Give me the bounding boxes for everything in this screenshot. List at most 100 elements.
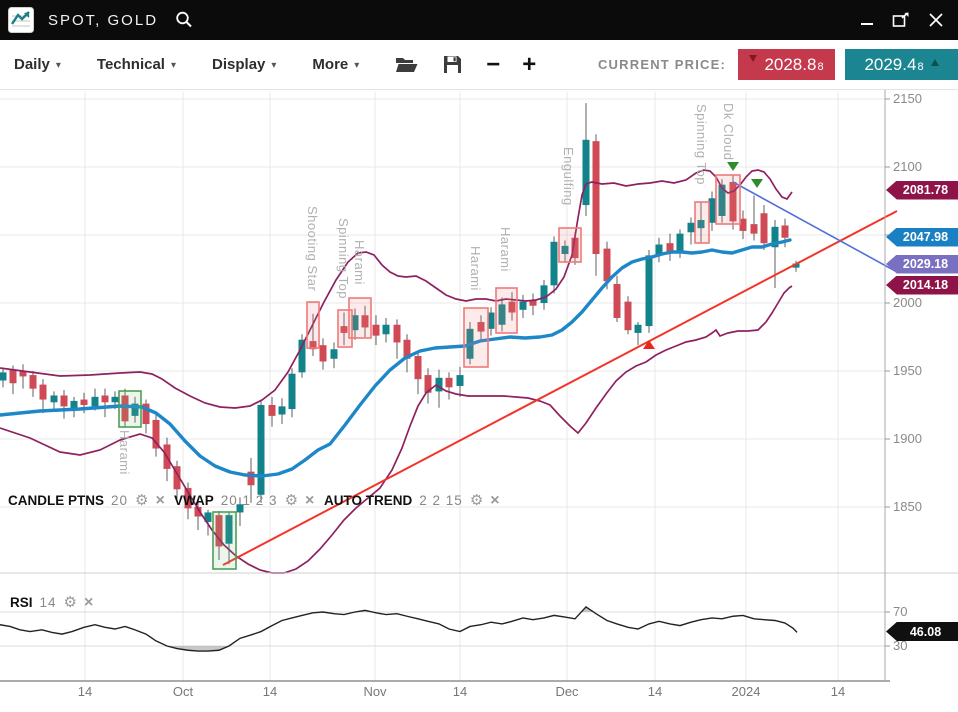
gear-icon[interactable]: ⚙ xyxy=(64,596,77,610)
price-chart[interactable]: 14Oct14Nov14Dec1420241421502100200019501… xyxy=(0,0,958,712)
window-title: SPOT, GOLD xyxy=(48,12,158,29)
popout-button[interactable] xyxy=(892,12,910,28)
candle-body xyxy=(102,395,109,402)
indicator-name: VWAP xyxy=(174,493,214,508)
save-icon[interactable] xyxy=(443,55,462,74)
candle-body xyxy=(635,325,642,333)
bearish-pattern-box xyxy=(559,228,581,262)
candle-body xyxy=(541,285,548,303)
window-controls xyxy=(860,12,944,28)
bearish-pattern-box xyxy=(349,298,371,338)
zoom-out-button[interactable]: − xyxy=(486,55,500,75)
candle-body xyxy=(383,325,390,335)
bid-price-badge: 2028.8 8 xyxy=(738,49,835,80)
candle-body xyxy=(520,302,527,310)
candle-body xyxy=(457,375,464,386)
menu-technical[interactable]: Technical ▾ xyxy=(97,56,176,73)
candle-body xyxy=(551,242,558,286)
candle-body xyxy=(10,370,17,384)
candle-body xyxy=(625,302,632,331)
candle-body xyxy=(331,349,338,359)
gear-icon[interactable]: ⚙ xyxy=(285,494,298,508)
candle-body xyxy=(614,284,621,318)
bearish-pattern-box xyxy=(496,288,517,333)
candle-body xyxy=(646,255,653,326)
candle-body xyxy=(289,374,296,409)
auto-trend-support xyxy=(223,211,897,565)
candle-body xyxy=(373,325,380,336)
candle-body xyxy=(112,397,119,402)
close-window-button[interactable] xyxy=(928,12,944,28)
candle-body xyxy=(269,405,276,416)
minimize-button[interactable] xyxy=(860,13,874,27)
triangle-down-signal-icon xyxy=(751,179,763,188)
ask-price-badge: 2029.4 8 xyxy=(845,49,958,80)
candle-body xyxy=(604,249,611,282)
candle-body xyxy=(446,378,453,388)
bearish-pattern-box xyxy=(307,302,319,348)
search-icon[interactable] xyxy=(174,10,194,30)
chevron-down-icon: ▾ xyxy=(271,60,276,71)
indicator-params: 20 1 2 3 xyxy=(221,493,278,508)
candle-body xyxy=(279,406,286,414)
indicator-name: CANDLE PTNS xyxy=(8,493,104,508)
candle-body xyxy=(583,140,590,205)
open-folder-icon[interactable] xyxy=(395,55,419,74)
candle-body xyxy=(40,385,47,400)
close-icon[interactable]: × xyxy=(305,494,314,508)
candle-body xyxy=(81,400,88,405)
rsi-value-badge: 46.08 xyxy=(886,622,958,641)
indicator-params: 2 2 15 xyxy=(419,493,463,508)
menu-more[interactable]: More ▾ xyxy=(312,56,359,73)
candle-body xyxy=(92,397,99,407)
candle-body xyxy=(415,356,422,379)
zoom-in-button[interactable]: + xyxy=(522,55,536,75)
candle-body xyxy=(688,223,695,233)
candle-body xyxy=(320,345,327,361)
menu-display[interactable]: Display ▾ xyxy=(212,56,276,73)
indicator-legend-rsi: RSI 14 ⚙ × xyxy=(10,595,93,610)
chart-canvas[interactable] xyxy=(0,0,958,712)
current-price-label: CURRENT PRICE: xyxy=(598,57,726,72)
candle-body xyxy=(751,224,758,234)
price-down-arrow-icon xyxy=(749,55,757,66)
candle-body xyxy=(258,405,265,495)
rsi-line xyxy=(0,607,797,651)
candle-body xyxy=(61,395,68,406)
candle-body xyxy=(782,225,789,237)
title-bar: SPOT, GOLD xyxy=(0,0,958,40)
bearish-pattern-box xyxy=(695,202,709,243)
chevron-down-icon: ▾ xyxy=(171,60,176,71)
menu-daily[interactable]: Daily ▾ xyxy=(14,56,61,73)
app-logo-icon xyxy=(8,7,34,33)
candle-body xyxy=(0,372,7,380)
indicator-legend-vwap: VWAP 20 1 2 3 ⚙ × xyxy=(174,493,314,508)
price-up-arrow-icon xyxy=(931,55,939,66)
indicator-legend-auto-trend: AUTO TREND 2 2 15 ⚙ × xyxy=(324,493,500,508)
indicator-params: 14 xyxy=(40,595,57,610)
candle-body xyxy=(677,234,684,252)
auto-trend-resistance xyxy=(733,182,897,272)
indicator-name: RSI xyxy=(10,595,33,610)
indicator-name: AUTO TREND xyxy=(324,493,412,508)
close-icon[interactable]: × xyxy=(156,494,165,508)
candle-body xyxy=(761,213,768,243)
close-icon[interactable]: × xyxy=(84,596,93,610)
candle-body xyxy=(30,375,37,389)
gear-icon[interactable]: ⚙ xyxy=(135,494,148,508)
gear-icon[interactable]: ⚙ xyxy=(470,494,483,508)
candle-body xyxy=(394,325,401,343)
indicator-params: 20 xyxy=(111,493,128,508)
bollinger-upper-band xyxy=(0,170,792,408)
chevron-down-icon: ▾ xyxy=(354,60,359,71)
bullish-pattern-box xyxy=(119,391,141,427)
bullish-pattern-box xyxy=(213,512,236,569)
bearish-pattern-box xyxy=(464,308,488,367)
toolbar: Daily ▾ Technical ▾ Display ▾ More ▾ − +… xyxy=(0,40,958,90)
close-icon[interactable]: × xyxy=(490,494,499,508)
candle-body xyxy=(593,141,600,254)
indicator-legend-candle-ptns: CANDLE PTNS 20 ⚙ × xyxy=(8,493,165,508)
chevron-down-icon: ▾ xyxy=(56,60,61,71)
bearish-pattern-box xyxy=(716,175,740,224)
candle-body xyxy=(51,395,58,402)
